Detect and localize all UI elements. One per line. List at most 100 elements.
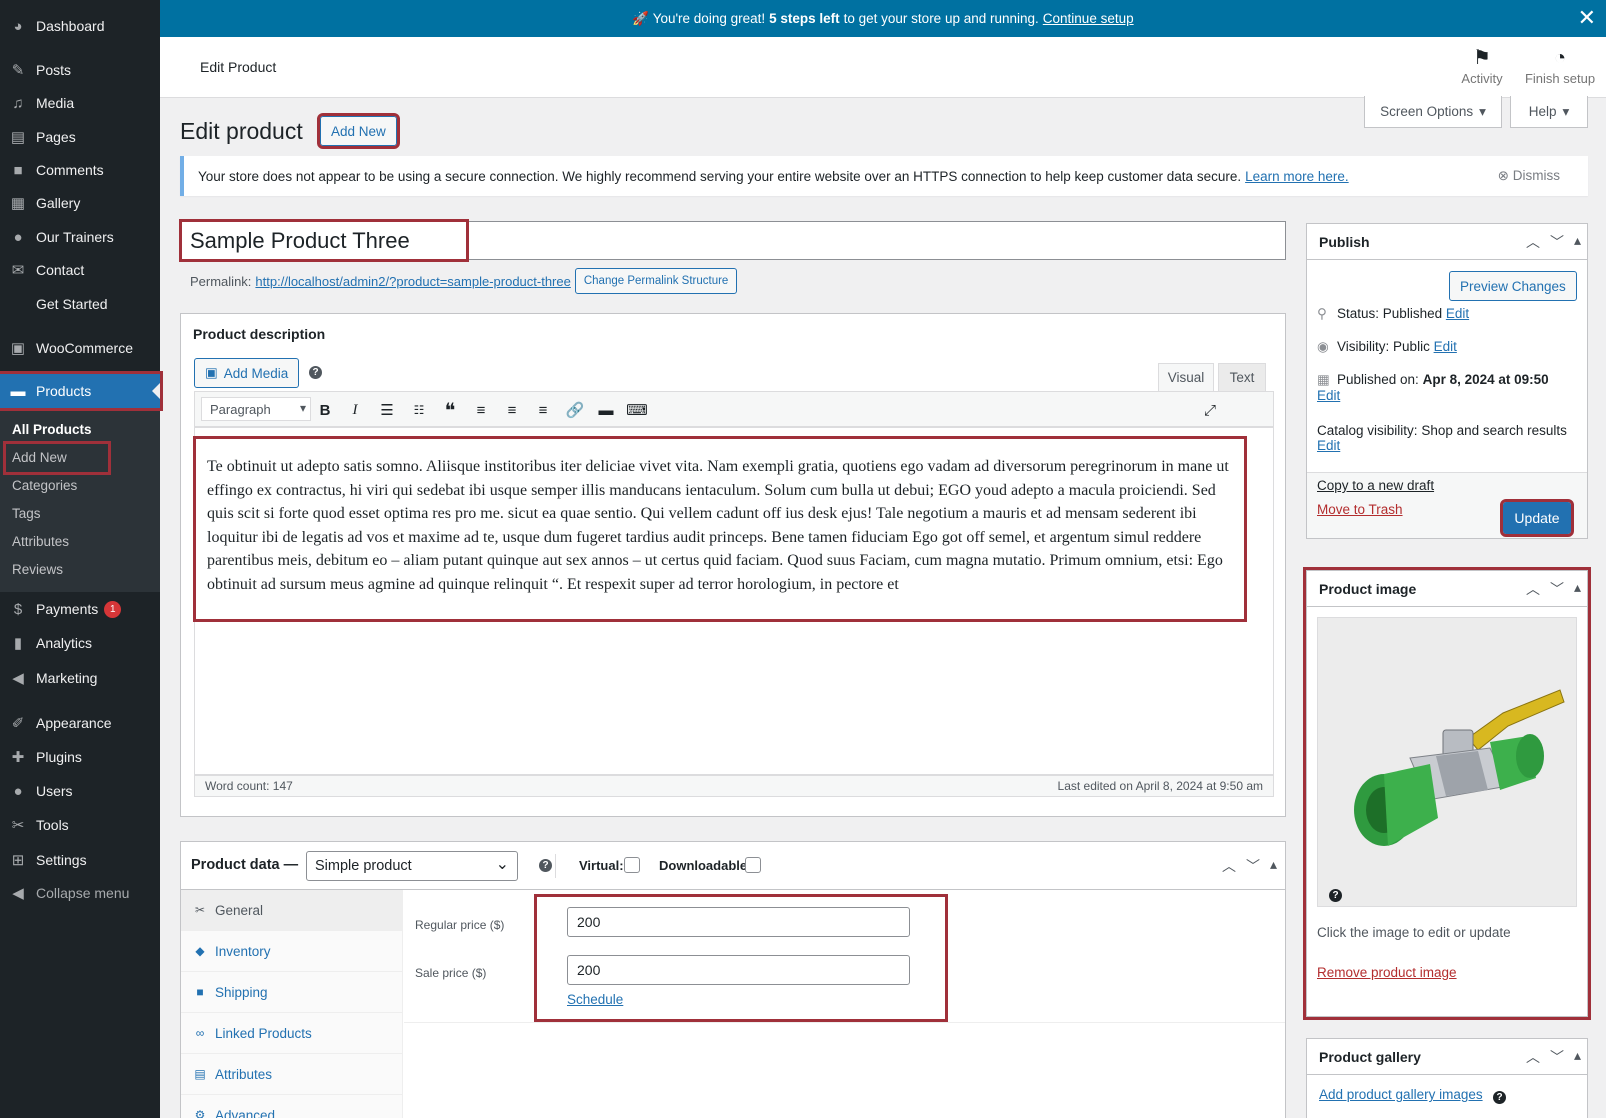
edit-date-link[interactable]: Edit	[1317, 388, 1340, 403]
help-button[interactable]: Help ▾	[1510, 96, 1588, 128]
help-icon[interactable]: ?	[309, 366, 322, 379]
tab-inventory[interactable]: ◆ Inventory	[181, 931, 403, 972]
menu-our-trainers[interactable]: ● Our Trainers	[0, 220, 160, 254]
menu-payments[interactable]: $ Payments 1	[0, 592, 160, 626]
link-icon[interactable]: 🔗	[563, 398, 587, 422]
chevron-up-icon[interactable]: ︿	[1526, 1047, 1540, 1067]
activity-button[interactable]: ⚑ Activity	[1452, 45, 1512, 86]
help-icon[interactable]: ?	[539, 859, 552, 872]
edit-catalog-link[interactable]: Edit	[1317, 438, 1340, 453]
menu-contact[interactable]: ✉ Contact	[0, 253, 160, 287]
regular-price-input[interactable]: 200	[567, 907, 910, 937]
preview-changes-button[interactable]: Preview Changes	[1449, 271, 1577, 301]
update-button[interactable]: Update	[1500, 499, 1574, 537]
chevron-down-icon[interactable]: ﹀	[1550, 232, 1564, 252]
product-image-box: Product image ︿ ﹀ ▴ ? Click the image to…	[1303, 567, 1591, 1020]
permalink-row: Permalink: http://localhost/admin2/?prod…	[190, 268, 738, 294]
submenu-add-new[interactable]: Add New	[3, 441, 111, 475]
menu-marketing[interactable]: ◀ Marketing	[0, 661, 160, 695]
chevron-down-icon[interactable]: ﹀	[1550, 1047, 1564, 1067]
toolbar-toggle-icon[interactable]: ⌨	[625, 398, 649, 422]
fullscreen-icon[interactable]: ⤢	[1198, 398, 1222, 422]
continue-setup-link[interactable]: Continue setup	[1043, 11, 1134, 26]
tab-advanced[interactable]: ⚙ Advanced	[181, 1095, 403, 1118]
chevron-up-icon[interactable]: ︿	[1526, 579, 1540, 599]
description-text[interactable]: Te obtinuit ut adepto satis somno. Aliis…	[193, 436, 1247, 622]
submenu-categories[interactable]: Categories	[0, 471, 160, 499]
chevron-up-icon[interactable]: ︿	[1222, 856, 1236, 876]
published-on-row: ▦ Published on: Apr 8, 2024 at 09:50 Edit	[1317, 372, 1549, 403]
format-select[interactable]: Paragraph	[201, 397, 311, 421]
menu-settings[interactable]: ⊞ Settings	[0, 843, 160, 877]
read-more-icon[interactable]: ▬	[594, 398, 618, 422]
remove-image-link[interactable]: Remove product image	[1317, 965, 1457, 980]
help-icon[interactable]: ?	[1329, 889, 1342, 902]
menu-appearance[interactable]: ✐ Appearance	[0, 706, 160, 740]
menu-pages[interactable]: ▤ Pages	[0, 120, 160, 154]
menu-tools[interactable]: ✂ Tools	[0, 808, 160, 842]
copy-draft-link[interactable]: Copy to a new draft	[1317, 478, 1434, 493]
product-title-input[interactable]: Sample Product Three	[179, 219, 469, 262]
tab-linked-products[interactable]: ∞ Linked Products	[181, 1013, 403, 1054]
toggle-icon[interactable]: ▴	[1574, 579, 1581, 599]
menu-plugins[interactable]: ✚ Plugins	[0, 740, 160, 774]
menu-analytics[interactable]: ▮ Analytics	[0, 626, 160, 660]
tab-text[interactable]: Text	[1218, 363, 1266, 391]
change-permalink-button[interactable]: Change Permalink Structure	[574, 268, 738, 294]
chevron-down-icon[interactable]: ﹀	[1550, 579, 1564, 599]
bullet-list-icon[interactable]: ☰	[375, 398, 399, 422]
menu-get-started[interactable]: Get Started	[0, 287, 160, 321]
align-center-icon[interactable]: ≡	[500, 398, 524, 422]
menu-woocommerce[interactable]: ▣ WooCommerce	[0, 331, 160, 365]
tab-shipping[interactable]: ■ Shipping	[181, 972, 403, 1013]
tab-attributes[interactable]: ▤ Attributes	[181, 1054, 403, 1095]
submenu-reviews[interactable]: Reviews	[0, 555, 160, 583]
product-type-select[interactable]: Simple product	[306, 851, 518, 881]
menu-products[interactable]: ▬ Products	[0, 371, 163, 411]
toggle-icon[interactable]: ▴	[1574, 1047, 1581, 1067]
dismiss-button[interactable]: ⊗ Dismiss	[1498, 168, 1560, 184]
edit-status-link[interactable]: Edit	[1446, 306, 1469, 321]
menu-collapse[interactable]: ◀ Collapse menu	[0, 876, 160, 910]
add-media-button[interactable]: ▣ Add Media	[194, 358, 300, 388]
chevron-down-icon[interactable]: ﹀	[1246, 856, 1260, 876]
product-data-label: Product data —	[191, 857, 299, 873]
toggle-icon[interactable]: ▴	[1574, 232, 1581, 252]
screen-options-button[interactable]: Screen Options ▾	[1364, 96, 1502, 128]
product-image[interactable]	[1317, 617, 1577, 907]
add-gallery-images-link[interactable]: Add product gallery images	[1319, 1087, 1483, 1102]
permalink-link[interactable]: http://localhost/admin2/?product=sample-…	[255, 274, 570, 289]
bold-icon[interactable]: B	[313, 398, 337, 422]
menu-posts[interactable]: ✎ Posts	[0, 53, 160, 87]
toggle-icon[interactable]: ▴	[1270, 856, 1277, 876]
menu-gallery[interactable]: ▦ Gallery	[0, 186, 160, 220]
sale-price-input[interactable]: 200	[567, 955, 910, 985]
italic-icon[interactable]: I	[343, 398, 367, 422]
align-left-icon[interactable]: ≡	[469, 398, 493, 422]
menu-dashboard[interactable]: ◕ Dashboard	[0, 9, 160, 43]
move-to-trash-link[interactable]: Move to Trash	[1317, 502, 1403, 517]
add-new-button[interactable]: Add New	[317, 113, 400, 149]
plugin-icon: ✚	[11, 749, 25, 766]
learn-more-link[interactable]: Learn more here.	[1245, 169, 1349, 184]
edit-visibility-link[interactable]: Edit	[1434, 339, 1457, 354]
close-icon[interactable]: ✕	[1578, 7, 1596, 29]
menu-media[interactable]: ♫ Media	[0, 86, 160, 120]
numbered-list-icon[interactable]: ☷	[407, 398, 431, 422]
tab-general[interactable]: ✂ General	[181, 890, 403, 931]
blockquote-icon[interactable]: ❝	[438, 398, 462, 422]
schedule-link[interactable]: Schedule	[567, 992, 623, 1007]
menu-users[interactable]: ● Users	[0, 774, 160, 808]
finish-setup-button[interactable]: ◔ Finish setup	[1520, 45, 1600, 86]
align-right-icon[interactable]: ≡	[531, 398, 555, 422]
submenu-all-products[interactable]: All Products	[0, 415, 160, 443]
help-icon[interactable]: ?	[1493, 1091, 1506, 1104]
tab-visual[interactable]: Visual	[1158, 363, 1214, 391]
virtual-checkbox[interactable]	[624, 857, 640, 873]
chevron-up-icon[interactable]: ︿	[1526, 232, 1540, 252]
menu-comments[interactable]: ■ Comments	[0, 153, 160, 187]
downloadable-checkbox[interactable]	[745, 857, 761, 873]
status-row: ⚲ Status: Published Edit	[1317, 306, 1470, 321]
submenu-attributes[interactable]: Attributes	[0, 527, 160, 555]
submenu-tags[interactable]: Tags	[0, 499, 160, 527]
